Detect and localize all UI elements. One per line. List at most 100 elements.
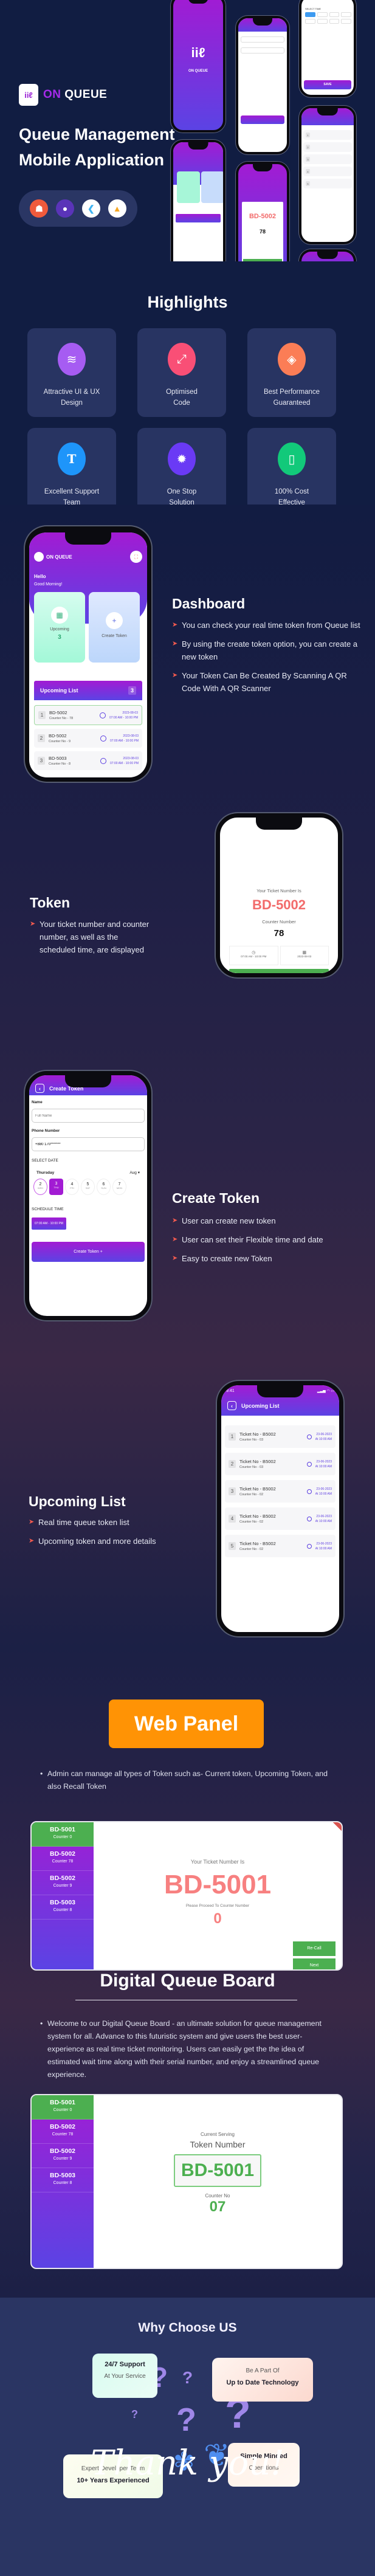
phone-input[interactable] (32, 1137, 145, 1151)
question-mark-icon: ? (131, 2408, 138, 2420)
why-card: 24/7 Support At Your Service (92, 2354, 157, 2398)
upcoming-count: 3 (58, 634, 61, 641)
date-day: 2 (39, 1182, 42, 1186)
create-token-button[interactable]: Create Token + (32, 1242, 145, 1262)
list-item[interactable]: 1 Ticket No - B5002 Counter No - 03 23-06… (225, 1425, 335, 1448)
list-item[interactable]: 2 BD-5002 Counter No - 9 2023-08-03 07:00 … (34, 729, 142, 748)
list-item[interactable]: 4 Ticket No - B5002 Counter No - 02 23-06… (225, 1507, 335, 1530)
item-time: At 10:00 AM (315, 1464, 332, 1469)
time-slot[interactable] (329, 19, 340, 24)
continue-button[interactable]: Continue (229, 969, 329, 973)
name-label: Name (32, 1100, 43, 1104)
sidebar-counter: Counter 9 (53, 2157, 72, 2161)
sidebar-counter: Counter 8 (53, 1908, 72, 1912)
highlight-card: ≋ Attractive UI & UX Design (27, 328, 116, 417)
status-icons: ▂▃▅ ◠ ▭ (317, 1390, 334, 1393)
list-item[interactable]: 3 BD-5003 Counter No - 8 2023-08-03 07:00 … (34, 751, 142, 770)
sidebar-counter: Counter 78 (52, 1859, 74, 1864)
sidebar-token-item[interactable]: BD-5002 Counter 78 (32, 2120, 94, 2144)
create-token-card[interactable]: + Create Token (89, 592, 140, 663)
sidebar-token-item[interactable]: BD-5002 Counter 9 (32, 2144, 94, 2168)
date-chip-selected[interactable]: 3 THU (49, 1179, 63, 1195)
clock-icon: ◷ (252, 951, 256, 955)
date-chip[interactable]: 6 SUN (97, 1179, 111, 1195)
highlight-label: Best Performance (263, 388, 320, 396)
recall-button[interactable]: Re-Call (293, 1941, 335, 1956)
list-item[interactable]: 3 Ticket No - B5002 Counter No - 02 23-06… (225, 1480, 335, 1503)
app-logo-icon (34, 552, 44, 562)
next-button[interactable]: Next (293, 1958, 335, 1969)
sidebar-token: BD-5003 (49, 1899, 76, 1906)
web-panel-section: Web Panel • Admin can manage all types of… (0, 1647, 375, 2298)
time-slot[interactable] (317, 12, 328, 17)
item-number: 3 (38, 757, 45, 765)
sidebar-counter: Counter 78 (52, 2132, 74, 2137)
why-choose-section: Why Choose US ? ? ? ? ? ✾ ❦ 24/7 Support… (0, 2298, 375, 2576)
ticket-card: Your Ticket Number Is BD-5002 Counter Nu… (227, 878, 331, 973)
list-item[interactable]: 5 Ticket No - B5002 Counter No - 02 23-06… (225, 1535, 335, 1557)
arrow-icon: ➤ (29, 1537, 35, 1545)
name-input[interactable] (32, 1109, 145, 1123)
clock-icon (100, 757, 107, 764)
save-button[interactable]: SAVE (304, 80, 351, 89)
time-slot[interactable] (341, 12, 351, 17)
sidebar-token: BD-5002 (49, 1850, 76, 1858)
back-button[interactable]: ‹ (35, 1084, 44, 1093)
create-token-title: Create Token (172, 1190, 260, 1206)
date-weekday: MON (116, 1186, 123, 1190)
hero-title-line1: Queue Management (19, 125, 175, 143)
bullet-item: ➤ You can check your real time token from… (172, 619, 360, 632)
date-chip[interactable]: 7 MON (112, 1179, 126, 1195)
item-counter: Counter No - 78 (49, 717, 74, 720)
time-slot[interactable] (329, 12, 340, 17)
bullet-text: Real time queue token list (38, 1518, 129, 1527)
bullet-text: Upcoming token and more details (38, 1537, 156, 1546)
time-slot[interactable] (305, 12, 315, 17)
upcoming-phone-small: 1 2 3 4 5 (299, 106, 356, 244)
qr-scan-button[interactable]: ⛶ (130, 551, 142, 563)
sidebar-token-item[interactable]: BD-5001 Counter 0 (32, 2095, 94, 2120)
sidebar-token-item[interactable]: BD-5003 Counter 8 (32, 2168, 94, 2192)
create-token-phone: ‹ Create Token Name Phone Number SELECT … (25, 1071, 151, 1320)
bullet-item: ➤ User can set their Flexible time and da… (172, 1233, 360, 1246)
item-token: BD-5003 (49, 756, 67, 761)
schedule-time-chip[interactable]: 07:00 AM - 10:00 PM (32, 1217, 66, 1230)
time-slot[interactable] (341, 19, 351, 24)
sidebar-token-item[interactable]: BD-5001 Counter 0 (32, 1822, 94, 1847)
upcoming-label: Upcoming (50, 627, 69, 632)
time-box: ◷ 07:00 AM - 10:00 PM (229, 946, 278, 965)
item-date: 23-06-2023 (316, 1459, 332, 1464)
sidebar-counter: Counter 0 (53, 2108, 72, 2112)
date-chip[interactable]: 2 WED (33, 1179, 47, 1195)
sub-greeting: Good Morning! (34, 582, 63, 587)
phone-label: Phone Number (32, 1129, 60, 1133)
sidebar-token: BD-5002 (49, 1875, 76, 1882)
date-chip[interactable]: 5 SAT (81, 1179, 95, 1195)
time-select-phone: SELECT TIME SAVE (299, 0, 356, 97)
time-slot-grid (305, 12, 351, 24)
brand-on: ON (43, 88, 61, 101)
upcoming-card[interactable]: ▦ Upcoming 3 (34, 592, 85, 663)
date-weekday: SAT (85, 1186, 91, 1190)
upcoming-header: ‹ Upcoming List (221, 1401, 286, 1410)
weekday: Thursday (36, 1170, 55, 1175)
status-time: 9:41 (226, 1389, 235, 1393)
list-item[interactable]: 2 Ticket No - B5002 Counter No - 03 23-06… (225, 1453, 335, 1475)
bullet-text: You can check your real time token from … (182, 621, 360, 630)
sidebar-token-item[interactable]: BD-5003 Counter 8 (32, 1895, 94, 1920)
month-dropdown[interactable]: Aug ▾ (129, 1170, 140, 1175)
back-button[interactable]: ‹ (227, 1401, 236, 1410)
sidebar-token-item[interactable]: BD-5002 Counter 9 (32, 1871, 94, 1895)
date-weekday: WED (37, 1186, 44, 1190)
back-button[interactable]: ‹ (226, 825, 235, 834)
date-day: 4 (71, 1182, 74, 1186)
sidebar-token-item[interactable]: BD-5002 Counter 78 (32, 1847, 94, 1871)
sidebar-token: BD-5003 (49, 2172, 76, 2179)
time-slot[interactable] (317, 19, 328, 24)
date-chip[interactable]: 4 FRI (65, 1179, 79, 1195)
android-icon: ☗ (30, 199, 49, 218)
item-number: 5 (229, 1542, 236, 1550)
list-item[interactable]: 1 BD-5002 Counter No - 78 2023-08-03 07:00… (34, 705, 142, 725)
time-slot[interactable] (305, 19, 315, 24)
item-time: 07:00 AM - 10:00 PM (110, 739, 139, 743)
